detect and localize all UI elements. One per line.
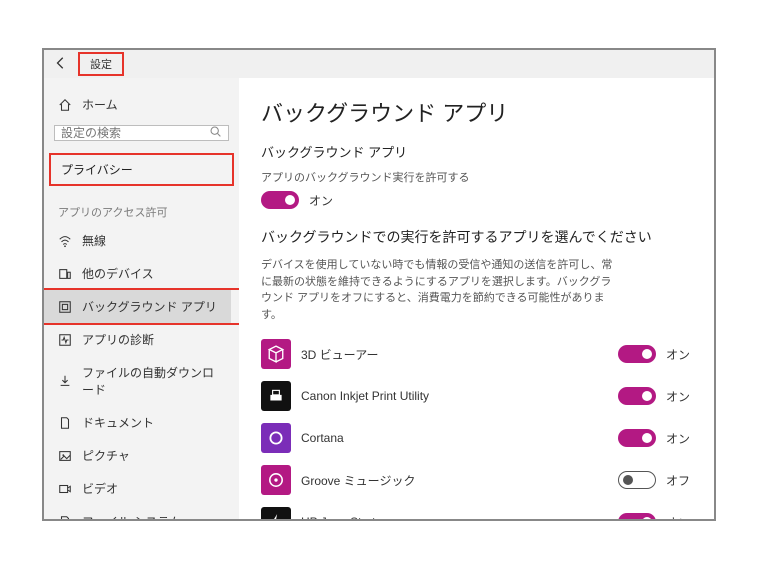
app-toggle[interactable]	[618, 387, 656, 405]
other-devices-icon	[58, 267, 72, 281]
sidebar-item-background-apps[interactable]: バックグラウンド アプリ	[44, 290, 231, 323]
sidebar-item-label: ピクチャ	[82, 447, 130, 464]
search-input[interactable]	[61, 126, 222, 140]
back-arrow-icon	[54, 56, 68, 70]
sidebar-item-filesystem[interactable]: ファイル システム	[44, 505, 195, 519]
app-toggle[interactable]	[618, 513, 656, 519]
app-toggle-label: オン	[666, 514, 690, 520]
sidebar-item-pictures[interactable]: ピクチャ	[44, 439, 144, 472]
app-toggle-label: オン	[666, 346, 690, 363]
wireless-icon	[58, 234, 72, 248]
main-panel: バックグラウンド アプリ バックグラウンド アプリ アプリのバックグラウンド実行…	[239, 78, 714, 519]
app-icon	[261, 507, 291, 519]
sidebar-item-wireless[interactable]: 無線	[44, 224, 120, 257]
app-row: Groove ミュージック オフ	[261, 459, 690, 501]
app-row: Canon Inkjet Print Utility オン	[261, 375, 690, 417]
app-row: 3D ビューアー オン	[261, 333, 690, 375]
app-toggle-label: オン	[666, 430, 690, 447]
sidebar-item-label: ファイル システム	[82, 513, 181, 519]
sidebar-nav-list: 無線他のデバイスバックグラウンド アプリアプリの診断ファイルの自動ダウンロードド…	[44, 224, 239, 519]
app-list: 3D ビューアーオンCanon Inkjet Print UtilityオンCo…	[261, 333, 690, 519]
sidebar-item-label: ファイルの自動ダウンロード	[82, 364, 225, 398]
app-name: Canon Inkjet Print Utility	[301, 389, 608, 403]
sidebar-item-label: 他のデバイス	[82, 265, 154, 282]
section1-desc: アプリのバックグラウンド実行を許可する	[261, 169, 690, 185]
sidebar-item-diagnostics[interactable]: アプリの診断	[44, 323, 168, 356]
app-toggle[interactable]	[618, 471, 656, 489]
app-name: Groove ミュージック	[301, 472, 608, 489]
page-heading: バックグラウンド アプリ	[261, 96, 690, 128]
app-toggle-label: オン	[666, 388, 690, 405]
sidebar-item-label: ビデオ	[82, 480, 118, 497]
diagnostics-icon	[58, 333, 72, 347]
app-icon	[261, 423, 291, 453]
app-name: 3D ビューアー	[301, 346, 608, 363]
document-icon	[58, 416, 72, 430]
titlebar: 設定	[44, 50, 714, 78]
sidebar-item-document[interactable]: ドキュメント	[44, 406, 168, 439]
sidebar-item-download[interactable]: ファイルの自動ダウンロード	[44, 356, 239, 406]
pictures-icon	[58, 449, 72, 463]
sidebar-category-privacy[interactable]: プライバシー	[49, 153, 234, 186]
app-row: Cortana オン	[261, 417, 690, 459]
sidebar-item-other-devices[interactable]: 他のデバイス	[44, 257, 168, 290]
sidebar-item-video[interactable]: ビデオ	[44, 472, 132, 505]
section2-desc: デバイスを使用していない時でも情報の受信や通知の送信を許可し、常に最新の状態を維…	[261, 257, 621, 323]
home-icon	[58, 98, 72, 112]
app-name: HP JumpStart	[301, 515, 608, 519]
sidebar: ホーム プライバシー アプリのアクセス許可 無線他のデバイスバックグラウンド ア…	[44, 78, 239, 519]
app-icon	[261, 465, 291, 495]
search-icon	[209, 125, 222, 141]
master-toggle[interactable]	[261, 191, 299, 209]
sidebar-item-label: バックグラウンド アプリ	[82, 298, 217, 315]
sidebar-home-label: ホーム	[82, 96, 118, 113]
download-icon	[58, 374, 72, 388]
sidebar-item-label: 無線	[82, 232, 106, 249]
section2-title: バックグラウンドでの実行を許可するアプリを選んでください	[261, 227, 690, 247]
sidebar-section-label: アプリのアクセス許可	[44, 194, 239, 224]
app-icon	[261, 339, 291, 369]
app-icon	[261, 381, 291, 411]
section1-title: バックグラウンド アプリ	[261, 142, 690, 161]
sidebar-item-label: ドキュメント	[82, 414, 154, 431]
filesystem-icon	[58, 515, 72, 520]
background-apps-icon	[58, 300, 72, 314]
app-toggle[interactable]	[618, 345, 656, 363]
app-toggle[interactable]	[618, 429, 656, 447]
video-icon	[58, 482, 72, 496]
app-row: HP JumpStart オン	[261, 501, 690, 519]
sidebar-item-label: アプリの診断	[82, 331, 154, 348]
settings-window: 設定 ホーム プライバシー アプリのアクセス許可 無線他のデバイスバックグラウン…	[42, 48, 716, 521]
master-toggle-label: オン	[309, 192, 333, 209]
window-title: 設定	[78, 52, 124, 76]
app-toggle-label: オフ	[666, 472, 690, 489]
window-body: ホーム プライバシー アプリのアクセス許可 無線他のデバイスバックグラウンド ア…	[44, 78, 714, 519]
app-name: Cortana	[301, 431, 608, 445]
back-button[interactable]	[54, 56, 68, 73]
sidebar-home[interactable]: ホーム	[44, 90, 239, 119]
search-input-wrap[interactable]	[54, 125, 229, 141]
